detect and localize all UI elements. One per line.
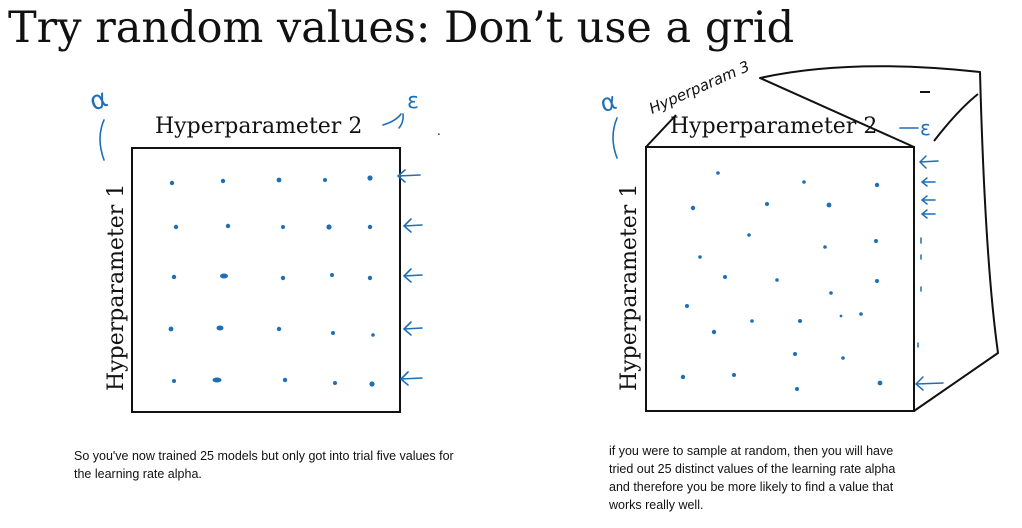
right-hyperparameter-1-label: Hyperparameter 1 [617,183,642,391]
right-hyperparam3-mark: Hyperparam 3 [646,57,752,117]
right-arrows [914,155,944,391]
right-random-points [680,171,883,391]
right-epsilon-mark: ε [920,116,931,140]
right-caption: if you were to sample at random, then yo… [609,444,896,512]
left-hyperparameter-2-label: Hyperparameter 2 [155,114,363,139]
left-caption: So you've now trained 25 models but only… [74,449,454,481]
left-arrows [396,169,423,386]
right-plot-frame [645,146,915,412]
left-stray-dot: . [437,124,441,138]
left-grid-points [168,175,375,387]
left-hyperparameter-1-label: Hyperparameter 1 [104,183,129,391]
right-alpha-mark: α [597,87,620,118]
right-hyperparameter-2-label: Hyperparameter 2 [670,114,878,139]
left-plot-frame [131,147,401,413]
right-random-plot: α Hyperparam 3 ε [597,57,999,412]
left-epsilon-mark: ε [407,89,419,114]
left-alpha-mark: α [85,83,111,117]
